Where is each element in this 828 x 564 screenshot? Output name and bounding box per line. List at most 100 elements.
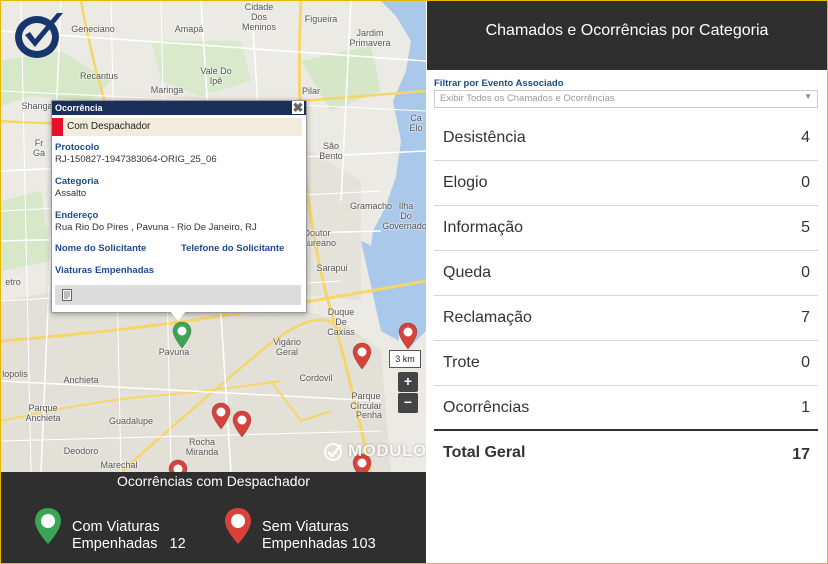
legend-with-vehicles: Com Viaturas Empenhadas 12	[72, 519, 186, 553]
event-filter-select[interactable]: Exibir Todos os Chamados e Ocorrências ▼	[434, 90, 818, 108]
legend-panel: Ocorrências com Despachador Com Viaturas…	[1, 472, 426, 563]
map-place-label: Parque Anchieta	[25, 403, 61, 423]
category-list: Desistência 4 Elogio 0 Informação 5 Queda 0 Recl…	[434, 116, 818, 431]
total-value: 17	[792, 446, 810, 463]
map-place-label: Figueira	[304, 14, 338, 24]
popup-footer	[55, 285, 301, 305]
legend-without-vehicles: Sem Viaturas Empenhadas 103	[262, 519, 376, 553]
legend-title: Ocorrências com Despachador	[117, 473, 310, 489]
map-place-label: Guadalupe	[108, 416, 154, 426]
category-name: Trote	[443, 354, 480, 371]
filter-label: Filtrar por Evento Associado	[434, 78, 564, 89]
map-place-label: Cordovil	[299, 373, 333, 383]
map-place-label: Duque De Caxias	[327, 307, 355, 337]
modulo-check-icon	[324, 443, 342, 461]
legend-with-line2: Empenhadas 12	[72, 536, 186, 552]
category-count: 5	[801, 219, 810, 236]
category-name: Ocorrências	[443, 399, 530, 416]
total-row: Total Geral 17	[434, 429, 818, 477]
nome-solicitante-label: Nome do Solicitante	[55, 243, 147, 254]
map-place-label: Ca Elo	[409, 113, 423, 133]
map-place-label: Penha	[355, 410, 383, 420]
checkmark-shield-logo	[15, 13, 63, 58]
popup-pointer	[170, 311, 186, 321]
map-place-label: Amapá	[174, 24, 204, 34]
popup-header: Ocorrência ✖	[52, 101, 306, 115]
map-pin-icon[interactable]	[352, 342, 372, 370]
map-place-label: Sarapui	[316, 263, 348, 273]
status-flag	[52, 118, 63, 136]
filter-value: Exibir Todos os Chamados e Ocorrências	[440, 93, 615, 104]
panel-title: Chamados e Ocorrências por Categoria	[485, 22, 769, 39]
chevron-down-icon: ▼	[804, 92, 812, 101]
document-icon[interactable]	[62, 289, 72, 301]
map-place-label: Recantus	[79, 71, 119, 81]
red-pin-icon	[225, 508, 251, 544]
map-place-label: Deodoro	[63, 446, 99, 456]
map-pin-icon[interactable]	[172, 321, 192, 349]
map-pin-icon[interactable]	[398, 322, 418, 350]
category-row[interactable]: Desistência 4	[434, 116, 818, 161]
map-place-label: Anchieta	[63, 375, 99, 385]
telefone-solicitante-label: Telefone do Solicitante	[181, 243, 285, 254]
protocolo-label: Protocolo	[55, 142, 100, 153]
categoria-label: Categoria	[55, 176, 99, 187]
categoria-value: Assalto	[55, 188, 87, 199]
total-label: Total Geral	[443, 444, 526, 461]
green-pin-icon	[35, 508, 61, 544]
category-row[interactable]: Queda 0	[434, 251, 818, 296]
map-place-label: Vale Do Ipê	[200, 66, 232, 86]
category-row[interactable]: Trote 0	[434, 341, 818, 386]
endereco-value: Rua Rio Do Pires , Pavuna - Rio De Janei…	[55, 222, 257, 233]
viaturas-empenhadas-label: Viaturas Empenhadas	[55, 265, 155, 276]
zoom-in-button[interactable]: +	[398, 372, 418, 392]
panel-header: Chamados e Ocorrências por Categoria	[427, 1, 827, 70]
modulo-watermark: MODULO	[348, 441, 426, 460]
legend-with-line1: Com Viaturas	[72, 519, 160, 535]
map-place-label: Cidade Dos Meninos	[241, 2, 277, 32]
category-row[interactable]: Ocorrências 1	[434, 386, 818, 431]
map-place-label: Ilha Do Governador	[382, 201, 426, 231]
map-place-label: lopolis	[2, 369, 28, 379]
map-place-label: Pilar	[301, 86, 320, 96]
map-pin-icon[interactable]	[211, 402, 231, 430]
category-row[interactable]: Informação 5	[434, 206, 818, 251]
category-count: 7	[801, 309, 810, 326]
dashboard-frame: Cidade Dos Meninos Figueira Geneciano Amapá…	[0, 0, 828, 564]
category-row[interactable]: Elogio 0	[434, 161, 818, 206]
category-name: Queda	[443, 264, 492, 281]
category-count: 4	[801, 129, 810, 146]
zoom-out-button[interactable]: −	[398, 393, 418, 413]
legend-without-line2: Empenhadas 103	[262, 536, 376, 552]
category-count: 0	[801, 354, 810, 371]
map-place-label: Rocha Miranda	[185, 437, 219, 457]
map-place-label: Jardim Primavera	[349, 28, 391, 48]
protocolo-value: RJ-150827-1947383064-ORIG_25_06	[55, 154, 217, 165]
endereco-label: Endereço	[55, 210, 99, 221]
category-name: Elogio	[443, 174, 488, 191]
category-count: 0	[801, 174, 810, 191]
category-name: Informação	[443, 219, 524, 236]
map-place-label: etro	[5, 277, 21, 287]
map-place-label: Parque Círcular	[350, 391, 382, 411]
map-place-label: Maringa	[150, 85, 184, 95]
category-count: 0	[801, 264, 810, 281]
status-bar: Com Despachador	[52, 118, 302, 136]
category-row[interactable]: Reclamação 7	[434, 296, 818, 341]
map-place-label: São Bento	[319, 141, 343, 161]
popup-title: Ocorrência	[55, 103, 103, 113]
map-view[interactable]: Cidade Dos Meninos Figueira Geneciano Amapá…	[1, 1, 426, 472]
category-name: Reclamação	[443, 309, 532, 326]
status-text: Com Despachador	[67, 121, 151, 132]
map-place-label: Marechal	[100, 460, 138, 470]
category-count: 1	[801, 399, 810, 416]
map-pin-icon[interactable]	[232, 410, 252, 438]
map-place-label: Geneciano	[71, 24, 115, 34]
close-icon[interactable]: ✖	[292, 101, 304, 114]
map-pin-icon[interactable]	[168, 459, 188, 472]
scale-bar: 3 km	[389, 350, 421, 368]
map-place-label: Vigário Geral	[273, 337, 301, 357]
category-name: Desistência	[443, 129, 526, 146]
occurrence-popup: Ocorrência ✖ Com Despachador Protocolo R…	[51, 100, 307, 321]
legend-without-line1: Sem Viaturas	[262, 519, 349, 535]
